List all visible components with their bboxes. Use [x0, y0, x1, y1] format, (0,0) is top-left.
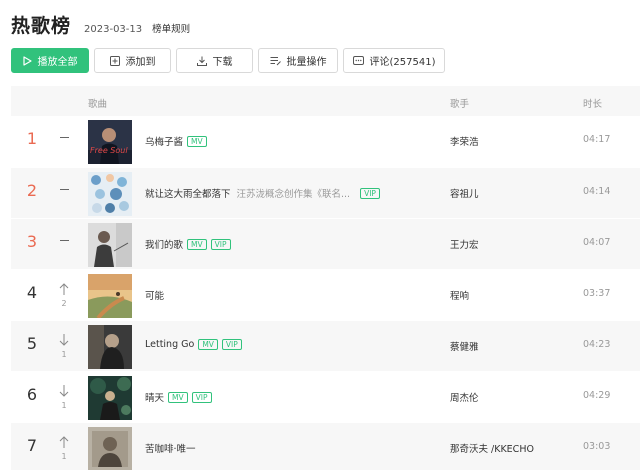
album-cover[interactable]: Free Soul: [88, 120, 132, 164]
singer-name[interactable]: 蔡健雅: [450, 339, 479, 353]
rank-number: 7: [26, 436, 38, 455]
trend-flat-icon: [57, 229, 71, 241]
mv-tag[interactable]: MV: [168, 391, 188, 403]
trend-change: 1: [61, 350, 67, 359]
album-cover[interactable]: [88, 376, 132, 420]
trend-down-icon: 1: [57, 331, 71, 359]
column-header-duration: 时长: [583, 99, 603, 110]
download-label: 下载: [212, 57, 233, 68]
song-duration: 03:03: [583, 441, 611, 452]
trend-change: 2: [61, 299, 67, 308]
comment-icon: [352, 55, 364, 66]
add-to-button[interactable]: 添加到: [94, 48, 171, 73]
rank-number: 2: [26, 181, 38, 200]
song-title-cell: 可能: [145, 288, 164, 302]
cover-art-text: Free Soul: [90, 146, 128, 155]
page-header: 热歌榜 2023-03-13 榜单规则: [11, 11, 190, 38]
rank-number: 4: [26, 283, 38, 302]
song-title-cell: 晴天 MV VIP: [145, 390, 212, 404]
trend-down-icon: 1: [57, 382, 71, 410]
comment-button[interactable]: 评论(257541): [343, 48, 445, 73]
singer-name[interactable]: 容祖儿: [450, 186, 479, 200]
song-row[interactable]: 6 1 晴天 MV VIP 周杰伦 04:29: [11, 371, 640, 422]
album-cover[interactable]: [88, 427, 132, 470]
mv-tag[interactable]: MV: [198, 339, 218, 350]
song-title-cell: 就让这大雨全都落下 汪苏泷概念创作集《联名... VIP: [145, 186, 380, 200]
song-title[interactable]: Letting Go: [145, 339, 194, 350]
song-row[interactable]: 5 1 Letting Go MV VIP 蔡健雅 04:23: [11, 320, 640, 371]
rank-number: 5: [26, 334, 38, 353]
download-icon: [196, 56, 207, 66]
song-list: 歌曲 歌手 时长 1 Free Soul 乌梅子酱 MV 李荣浩 04:17 2: [11, 86, 640, 470]
song-duration: 03:37: [583, 288, 611, 299]
singer-name[interactable]: 那奇沃夫 /KKECHO: [450, 441, 534, 455]
mv-tag[interactable]: MV: [187, 135, 207, 147]
vip-tag: VIP: [210, 238, 231, 250]
song-title[interactable]: 苦咖啡·唯一: [145, 441, 196, 455]
trend-change: 1: [61, 452, 67, 461]
batch-operation-label: 批量操作: [286, 57, 327, 68]
add-to-label: 添加到: [125, 57, 156, 68]
trend-flat-icon: [57, 178, 71, 190]
song-duration: 04:29: [583, 390, 611, 401]
trend-up-icon: 1: [57, 433, 71, 461]
song-title-cell: 苦咖啡·唯一: [145, 441, 196, 455]
song-title[interactable]: 我们的歌: [145, 237, 183, 251]
song-row[interactable]: 7 1 苦咖啡·唯一 那奇沃夫 /KKECHO 03:03: [11, 422, 640, 470]
chart-date: 2023-03-13: [84, 24, 143, 35]
comment-label: 评论(257541): [369, 57, 436, 68]
rank-number: 6: [26, 385, 38, 404]
song-list-header: 歌曲 歌手 时长: [11, 86, 640, 116]
song-title[interactable]: 乌梅子酱: [145, 134, 183, 148]
song-title-cell: Letting Go MV VIP: [145, 339, 242, 350]
song-title[interactable]: 可能: [145, 288, 164, 302]
album-cover[interactable]: [88, 274, 132, 318]
singer-name[interactable]: 程响: [450, 288, 469, 302]
batch-list-icon: [270, 56, 281, 66]
song-row[interactable]: 4 2 可能 程响 03:37: [11, 269, 640, 320]
rank-number: 1: [26, 129, 38, 148]
vip-tag: VIP: [360, 187, 380, 199]
song-row[interactable]: 2 就让这大雨全都落下 汪苏泷概念创作集《联名... VIP 容祖儿 04:14: [11, 167, 640, 218]
album-cover[interactable]: [88, 172, 132, 216]
mv-tag[interactable]: MV: [187, 238, 207, 250]
song-row[interactable]: 1 Free Soul 乌梅子酱 MV 李荣浩 04:17: [11, 116, 640, 167]
song-title-cell: 乌梅子酱 MV: [145, 134, 207, 148]
column-header-singer: 歌手: [450, 99, 470, 110]
singer-name[interactable]: 周杰伦: [450, 390, 479, 404]
vip-tag: VIP: [221, 339, 242, 350]
song-duration: 04:14: [583, 186, 611, 197]
rank-number: 3: [26, 232, 38, 251]
album-cover[interactable]: [88, 325, 132, 369]
vip-tag: VIP: [191, 391, 212, 403]
play-icon: [22, 55, 32, 66]
column-header-song: 歌曲: [88, 99, 108, 110]
singer-name[interactable]: 李荣浩: [450, 134, 479, 148]
play-all-label: 播放全部: [37, 57, 78, 68]
album-cover[interactable]: [88, 223, 132, 267]
add-icon: [109, 55, 120, 66]
trend-up-icon: 2: [57, 280, 71, 308]
download-button[interactable]: 下载: [176, 48, 253, 73]
song-duration: 04:17: [583, 134, 611, 145]
song-title[interactable]: 就让这大雨全都落下: [145, 186, 231, 200]
batch-operation-button[interactable]: 批量操作: [258, 48, 338, 73]
singer-name[interactable]: 王力宏: [450, 237, 479, 251]
chart-rules-link[interactable]: 榜单规则: [152, 21, 190, 35]
song-row[interactable]: 3 我们的歌 MV VIP 王力宏 04:07: [11, 218, 640, 269]
album-name[interactable]: 汪苏泷概念创作集《联名...: [237, 186, 351, 200]
song-title-cell: 我们的歌 MV VIP: [145, 237, 231, 251]
song-duration: 04:07: [583, 237, 611, 248]
toolbar: 播放全部 添加到 下载 批量操作 评论(257541): [11, 48, 445, 73]
page-title: 热歌榜: [11, 15, 72, 37]
play-all-button[interactable]: 播放全部: [11, 48, 89, 73]
trend-change: 1: [61, 401, 67, 410]
song-duration: 04:23: [583, 339, 611, 350]
trend-flat-icon: [57, 126, 71, 138]
song-title[interactable]: 晴天: [145, 390, 164, 404]
